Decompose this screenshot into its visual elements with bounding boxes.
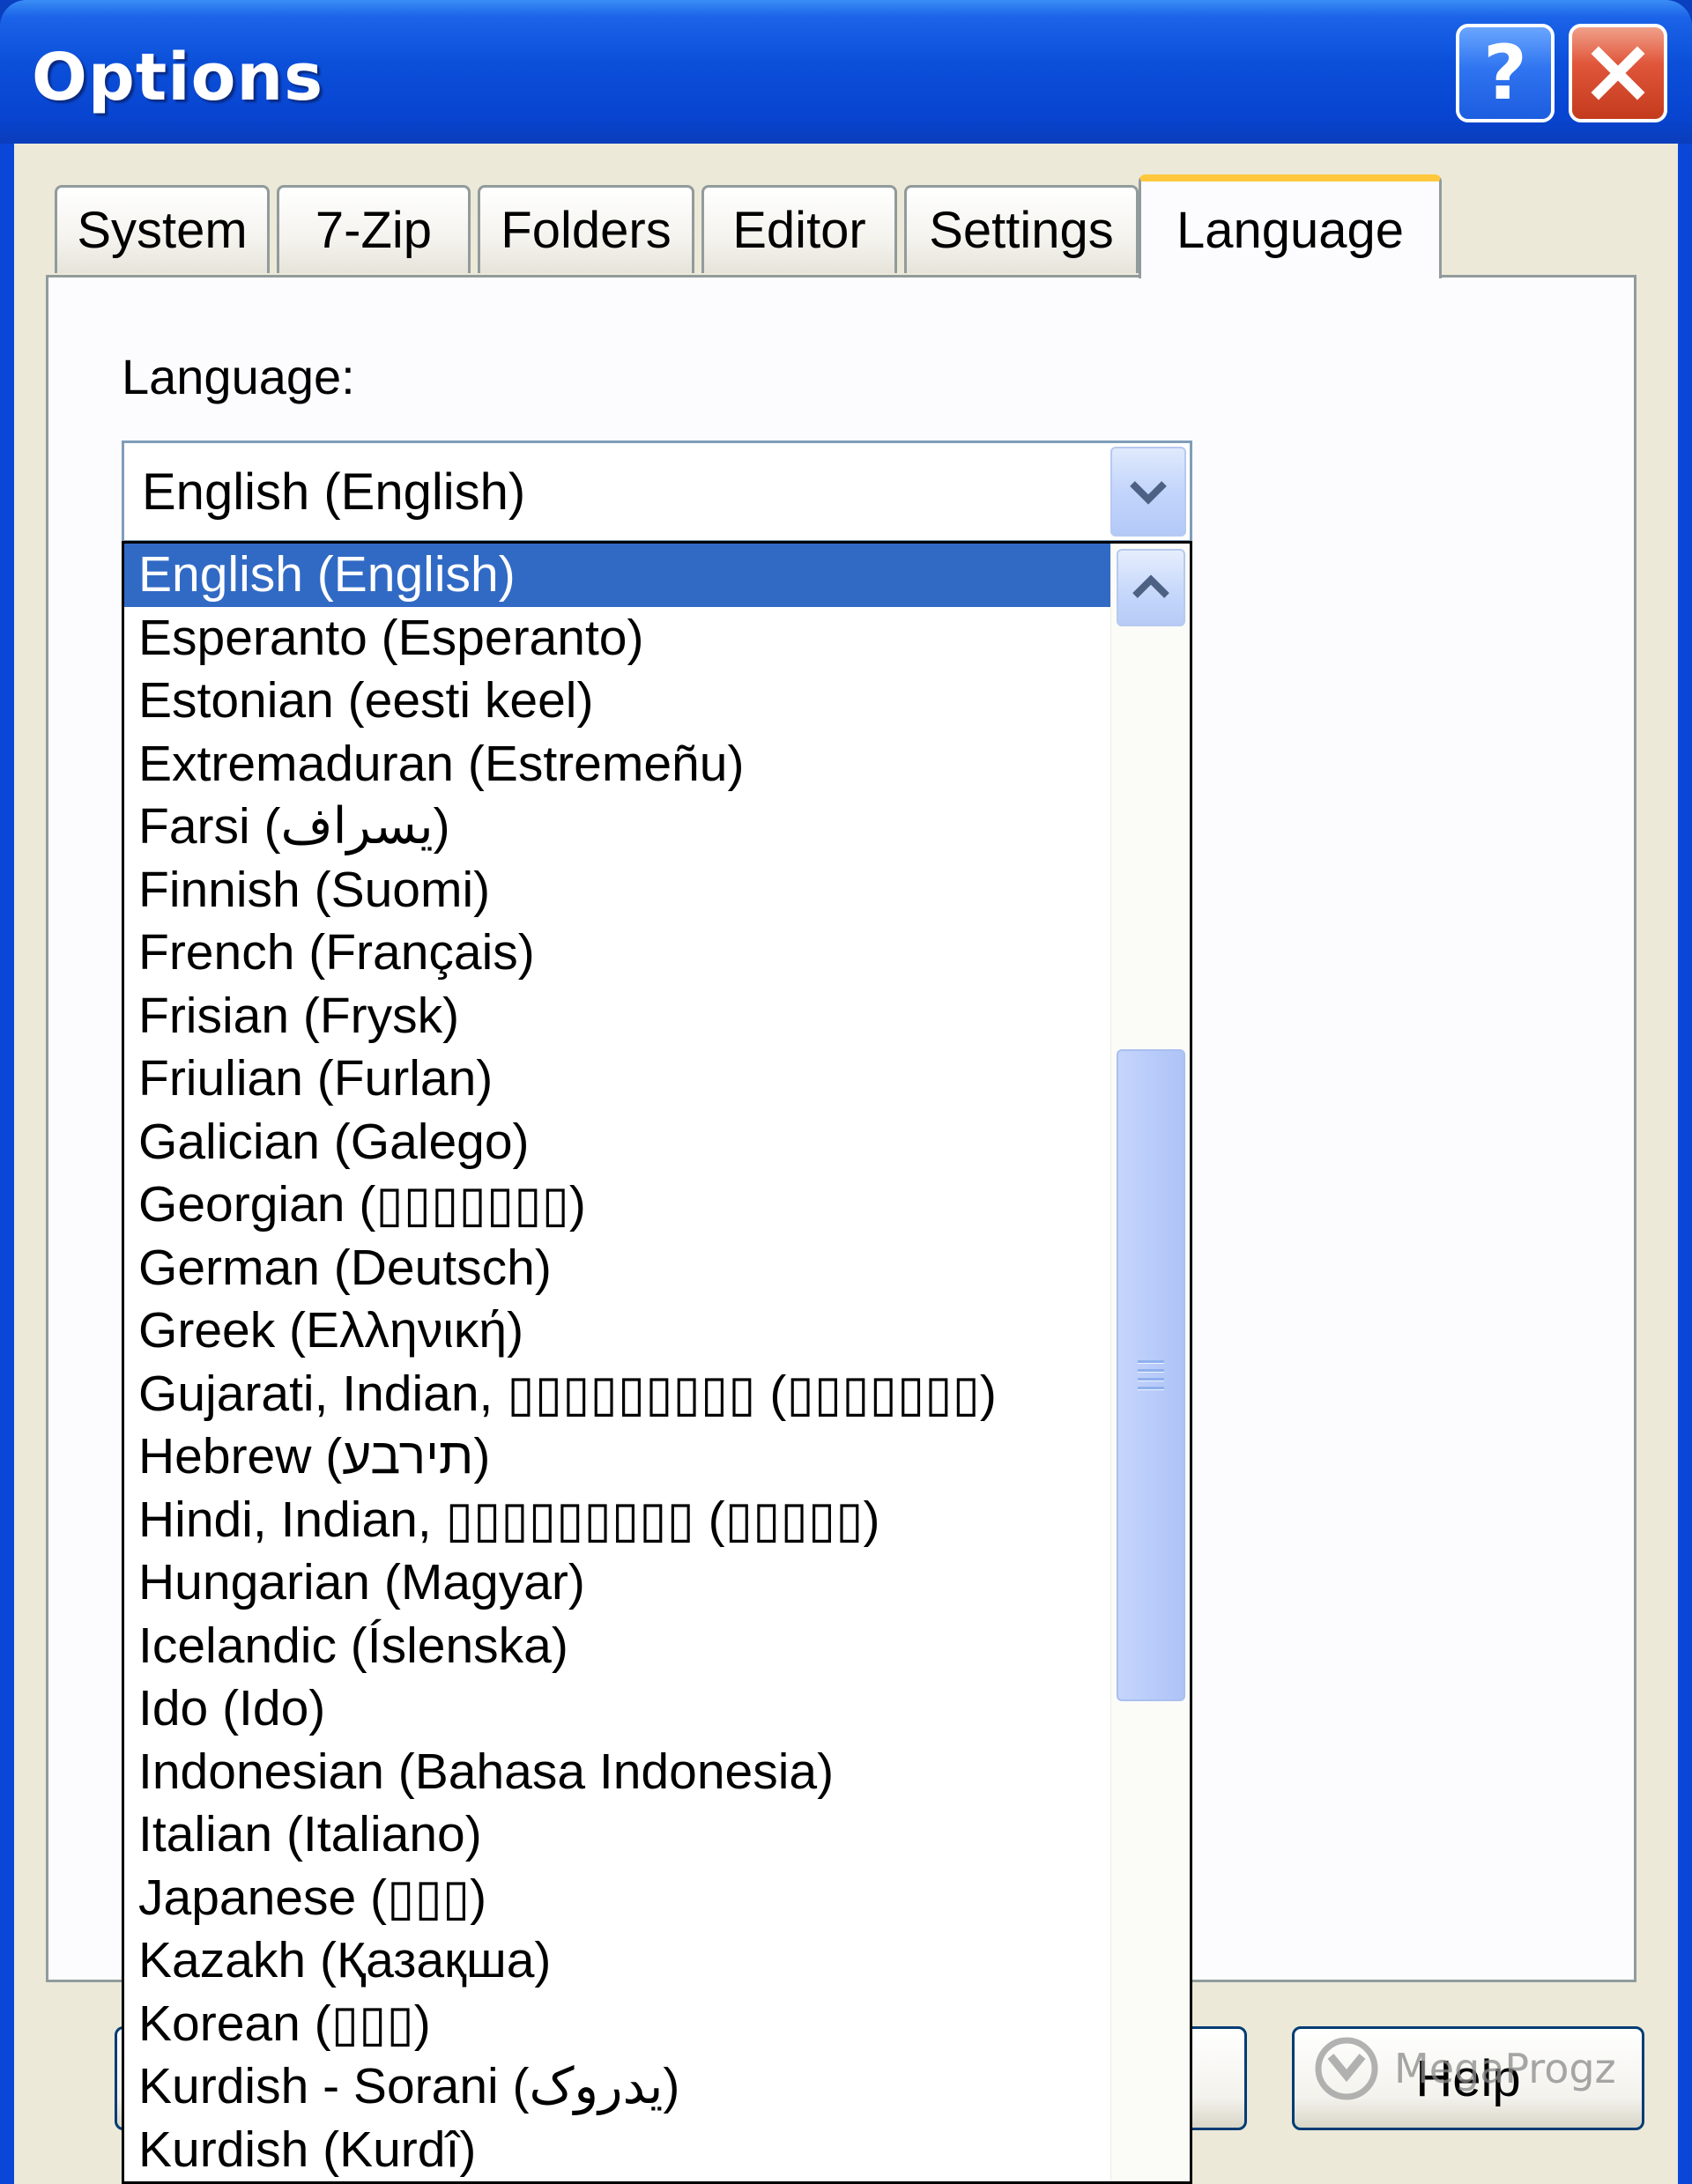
chevron-up-icon (1132, 574, 1169, 598)
language-option[interactable]: Georgian (▯▯▯▯▯▯▯) (124, 1173, 1111, 1237)
chevron-down-icon (1130, 481, 1167, 505)
tab-label: Language (1176, 201, 1405, 259)
scroll-thumb[interactable] (1117, 1049, 1185, 1701)
tab-label: 7-Zip (315, 202, 433, 259)
language-option[interactable]: Galician (Galego) (124, 1111, 1111, 1174)
language-option[interactable]: Gujarati, Indian, ▯▯▯▯▯▯▯▯▯ (▯▯▯▯▯▯▯) (124, 1363, 1111, 1426)
language-option[interactable]: Kazakh (Қазақша) (124, 1929, 1111, 1993)
language-option[interactable]: Kurdish (Kurdî) (124, 2119, 1111, 2182)
window-title: Options (32, 40, 324, 115)
grip-icon (1138, 1360, 1164, 1390)
combobox-dropdown-button[interactable] (1110, 447, 1186, 537)
language-option[interactable]: Kurdish - Sorani (یدروک) (124, 2055, 1111, 2119)
language-option[interactable]: Esperanto (Esperanto) (124, 607, 1111, 670)
question-icon: ? (1483, 29, 1527, 117)
tab-label: Settings (929, 202, 1114, 259)
tab-label: Folders (501, 202, 672, 259)
language-option[interactable]: Greek (Ελληνική) (124, 1299, 1111, 1363)
tab-7-zip[interactable]: 7-Zip (277, 185, 471, 273)
language-option[interactable]: Japanese (▯▯▯) (124, 1867, 1111, 1930)
language-option[interactable]: Hungarian (Magyar) (124, 1551, 1111, 1615)
language-option[interactable]: Icelandic (Íslenska) (124, 1615, 1111, 1678)
language-option[interactable]: Hindi, Indian, ▯▯▯▯▯▯▯▯▯ (▯▯▯▯▯) (124, 1489, 1111, 1552)
language-option[interactable]: Korean (▯▯▯) (124, 1993, 1111, 2056)
watermark-text: MegaProgz (1394, 2045, 1616, 2092)
language-combobox-value: English (English) (142, 463, 526, 521)
language-option[interactable]: Italian (Italiano) (124, 1803, 1111, 1867)
options-window: Options ? System 7-Zip Folders Editor Se… (0, 0, 1692, 2184)
language-label: Language: (122, 349, 355, 404)
tab-language[interactable]: Language (1139, 174, 1442, 278)
tab-editor[interactable]: Editor (701, 185, 897, 273)
tab-label: System (77, 202, 248, 259)
language-option[interactable]: Finnish (Suomi) (124, 859, 1111, 922)
language-option[interactable]: German (Deutsch) (124, 1237, 1111, 1300)
language-options: English (English) Esperanto (Esperanto) Es… (124, 544, 1111, 2181)
language-option[interactable]: Indonesian (Bahasa Indonesia) (124, 1741, 1111, 1804)
language-option[interactable]: Hebrew (תירבע) (124, 1425, 1111, 1489)
scroll-up-button[interactable] (1117, 549, 1185, 626)
language-option[interactable]: English (English) (124, 544, 1111, 607)
language-option[interactable]: Ido (Ido) (124, 1677, 1111, 1741)
watermark: MegaProgz (1313, 2035, 1616, 2102)
tab-label: Editor (732, 202, 866, 259)
help-title-button[interactable]: ? (1456, 24, 1555, 122)
megaprogz-logo-icon (1315, 2037, 1378, 2100)
language-option[interactable]: Extremaduran (Estremeñu) (124, 733, 1111, 796)
language-option[interactable]: Farsi (یسراف) (124, 796, 1111, 859)
tab-settings[interactable]: Settings (904, 185, 1139, 273)
language-option[interactable]: French (Français) (124, 922, 1111, 985)
language-dropdown-list[interactable]: English (English) Esperanto (Esperanto) Es… (122, 541, 1192, 2184)
tab-system[interactable]: System (55, 185, 270, 273)
title-bar[interactable]: Options ? (0, 0, 1692, 144)
language-option[interactable]: Friulian (Furlan) (124, 1048, 1111, 1111)
language-option[interactable]: Frisian (Frysk) (124, 985, 1111, 1048)
language-combobox[interactable]: English (English) (122, 441, 1192, 543)
close-icon (1591, 46, 1645, 100)
language-option[interactable]: Estonian (eesti keel) (124, 670, 1111, 733)
vertical-scrollbar[interactable] (1110, 544, 1190, 2181)
tab-folders[interactable]: Folders (478, 185, 694, 273)
close-title-button[interactable] (1569, 24, 1667, 122)
